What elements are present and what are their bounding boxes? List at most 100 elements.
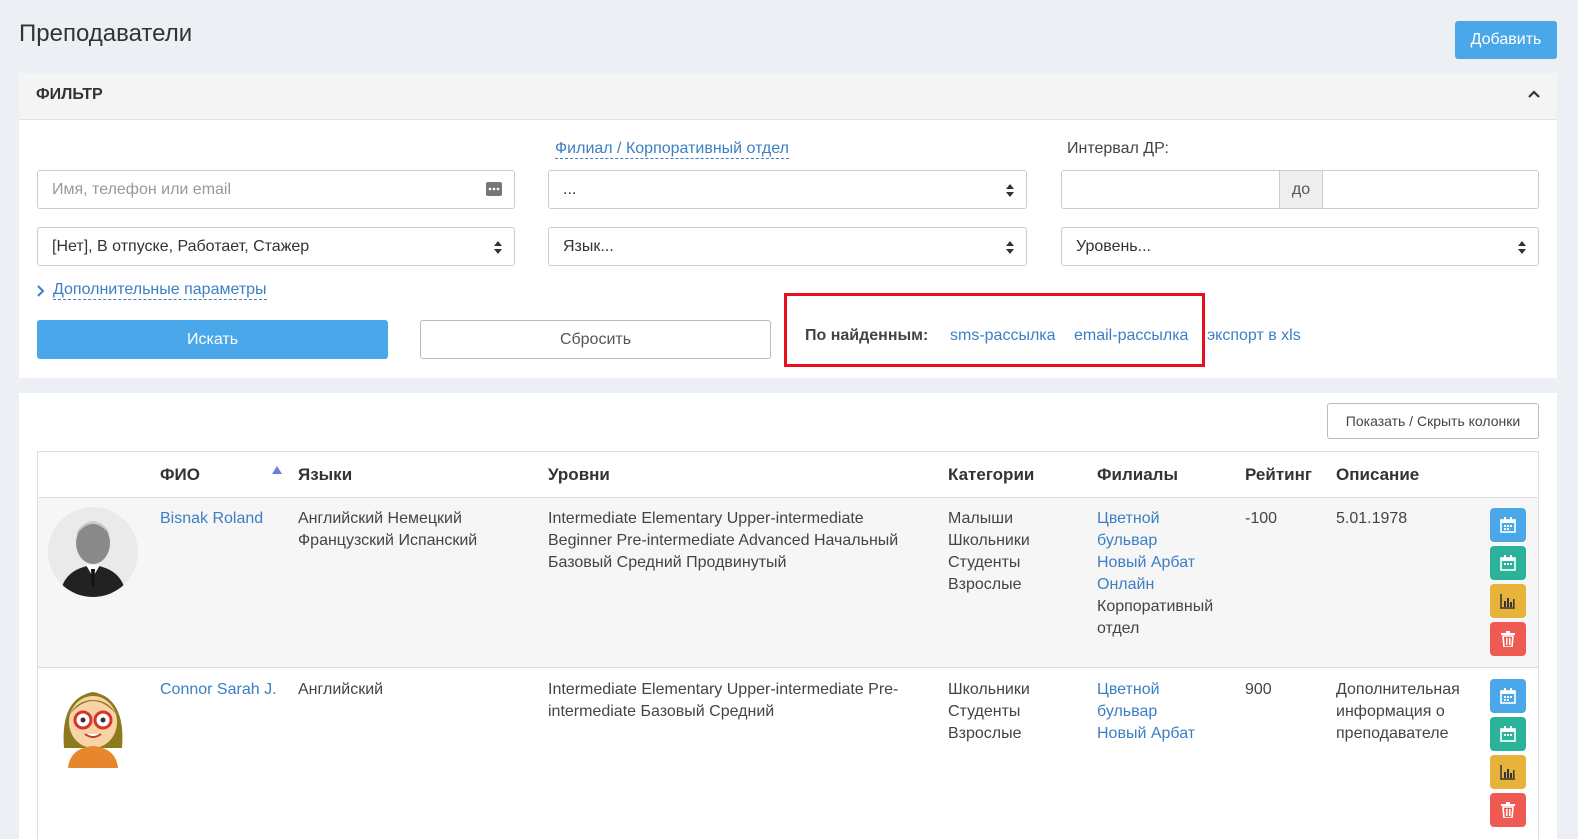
teachers-table: ФИО Языки Уровни Категории Филиалы Рейти… bbox=[37, 451, 1539, 839]
level-select[interactable]: Уровень... bbox=[1061, 227, 1539, 266]
categories-cell: Школьники Студенты Взрослые bbox=[948, 679, 1030, 745]
category-item: Взрослые bbox=[948, 576, 1022, 593]
branches-cell: Цветной бульвар Новый Арбат Онлайн Корпо… bbox=[1097, 508, 1213, 640]
branch-label-link[interactable]: Филиал / Корпоративный отдел bbox=[555, 140, 789, 159]
branch-select-value: ... bbox=[563, 181, 577, 198]
chevron-up-icon[interactable] bbox=[1527, 87, 1541, 101]
avatar bbox=[48, 507, 138, 597]
page-title: Преподаватели bbox=[19, 20, 193, 47]
birthday-label: Интервал ДР: bbox=[1067, 140, 1169, 157]
levels-line: Базовый Средний Продвинутый bbox=[548, 554, 787, 571]
birthday-to-input[interactable] bbox=[1323, 171, 1538, 208]
column-header-branches[interactable]: Филиалы bbox=[1097, 465, 1178, 485]
branch-link[interactable]: Новый Арбат bbox=[1097, 552, 1213, 574]
levels-line: intermediate Базовый Средний bbox=[548, 703, 775, 720]
branches-cell: Цветной бульвар Новый Арбат bbox=[1097, 679, 1195, 745]
status-select-value: [Нет], В отпуске, Работает, Стажер bbox=[52, 238, 310, 255]
description-cell: 5.01.1978 bbox=[1336, 508, 1407, 530]
branch-link[interactable]: бульвар bbox=[1097, 701, 1195, 723]
table-row: Connor Sarah J. Английский Intermediate … bbox=[38, 669, 1538, 839]
search-button[interactable]: Искать bbox=[37, 320, 388, 359]
export-xls-link[interactable]: экспорт в xls bbox=[1207, 327, 1301, 345]
column-header-description[interactable]: Описание bbox=[1336, 465, 1419, 485]
category-item: Студенты bbox=[948, 554, 1021, 571]
languages-line: Английский bbox=[298, 681, 384, 698]
column-header-name[interactable]: ФИО bbox=[160, 465, 200, 485]
calendar-icon bbox=[1500, 555, 1516, 571]
description-line: Дополнительная bbox=[1336, 681, 1460, 698]
sms-mailing-link[interactable]: sms-рассылка bbox=[950, 327, 1056, 345]
birthday-to-addon: до bbox=[1279, 171, 1323, 208]
statistics-button[interactable] bbox=[1490, 755, 1526, 789]
search-input[interactable]: Имя, телефон или email bbox=[37, 170, 515, 209]
category-item: Малыши bbox=[948, 510, 1014, 527]
column-header-levels[interactable]: Уровни bbox=[548, 465, 610, 485]
statistics-button[interactable] bbox=[1490, 584, 1526, 618]
birthday-from-input[interactable] bbox=[1062, 171, 1279, 208]
description-line: информация о bbox=[1336, 703, 1445, 720]
branch-link[interactable]: бульвар bbox=[1097, 530, 1213, 552]
status-select[interactable]: [Нет], В отпуске, Работает, Стажер bbox=[37, 227, 515, 266]
calendar-icon bbox=[1500, 517, 1516, 533]
language-select[interactable]: Язык... bbox=[548, 227, 1027, 266]
branch-select[interactable]: ... bbox=[548, 170, 1027, 209]
reset-button[interactable]: Сбросить bbox=[420, 320, 771, 359]
search-placeholder: Имя, телефон или email bbox=[52, 181, 232, 198]
column-header-rating[interactable]: Рейтинг bbox=[1245, 465, 1312, 485]
rating-cell: -100 bbox=[1245, 510, 1278, 527]
schedule-button[interactable] bbox=[1490, 679, 1526, 713]
add-button[interactable]: Добавить bbox=[1455, 21, 1557, 59]
schedule-button[interactable] bbox=[1490, 508, 1526, 542]
trash-icon bbox=[1501, 631, 1515, 647]
teacher-name-link[interactable]: Bisnak Roland bbox=[160, 510, 263, 527]
select-arrows-icon bbox=[1006, 184, 1014, 197]
branch-link[interactable]: Новый Арбат bbox=[1097, 723, 1195, 745]
more-params-link[interactable]: Дополнительные параметры bbox=[53, 281, 267, 300]
avatar bbox=[48, 678, 138, 768]
filter-title: ФИЛЬТР bbox=[36, 86, 103, 103]
calendar-button[interactable] bbox=[1490, 717, 1526, 751]
teacher-name-link[interactable]: Connor Sarah J. bbox=[160, 681, 277, 698]
trash-icon bbox=[1501, 802, 1515, 818]
branch-link[interactable]: Цветной bbox=[1097, 508, 1213, 530]
levels-line: Intermediate Elementary Upper-intermedia… bbox=[548, 510, 864, 527]
levels-line: Beginner Pre-intermediate Advanced Начал… bbox=[548, 532, 899, 549]
branch-link[interactable]: Цветной bbox=[1097, 679, 1195, 701]
languages-cell: Английский bbox=[298, 679, 383, 701]
rating-cell: 900 bbox=[1245, 681, 1272, 698]
bar-chart-icon bbox=[1500, 594, 1515, 609]
email-mailing-link[interactable]: email-рассылка bbox=[1074, 327, 1188, 345]
column-header-categories[interactable]: Категории bbox=[948, 465, 1034, 485]
language-select-value: Язык... bbox=[563, 238, 614, 255]
description-line: преподавателе bbox=[1336, 725, 1449, 742]
level-select-value: Уровень... bbox=[1076, 238, 1151, 255]
dots-icon bbox=[486, 182, 502, 196]
category-item: Студенты bbox=[948, 703, 1021, 720]
chevron-right-icon bbox=[37, 285, 45, 297]
birthday-range: до bbox=[1061, 170, 1539, 209]
sort-asc-icon[interactable] bbox=[272, 466, 282, 474]
toggle-columns-button[interactable]: Показать / Скрыть колонки bbox=[1327, 403, 1539, 439]
table-row: Bisnak Roland Английский Немецкий Францу… bbox=[38, 498, 1538, 668]
levels-cell: Intermediate Elementary Upper-intermedia… bbox=[548, 679, 898, 723]
branch-link[interactable]: Онлайн bbox=[1097, 574, 1213, 596]
categories-cell: Малыши Школьники Студенты Взрослые bbox=[948, 508, 1030, 596]
delete-button[interactable] bbox=[1490, 793, 1526, 827]
bar-chart-icon bbox=[1500, 765, 1515, 780]
languages-line: Английский Немецкий bbox=[298, 510, 462, 527]
filter-header[interactable]: ФИЛЬТР bbox=[19, 73, 1557, 120]
languages-cell: Английский Немецкий Французский Испански… bbox=[298, 508, 477, 552]
select-arrows-icon bbox=[1518, 241, 1526, 254]
calendar-button[interactable] bbox=[1490, 546, 1526, 580]
delete-button[interactable] bbox=[1490, 622, 1526, 656]
languages-line: Французский Испанский bbox=[298, 532, 478, 549]
column-header-languages[interactable]: Языки bbox=[298, 465, 352, 485]
branch-text: отдел bbox=[1097, 620, 1140, 637]
avatar-cartoon-icon bbox=[48, 678, 138, 768]
levels-line: Intermediate Elementary Upper-intermedia… bbox=[548, 681, 899, 698]
select-arrows-icon bbox=[1006, 241, 1014, 254]
category-item: Школьники bbox=[948, 532, 1030, 549]
calendar-icon bbox=[1500, 688, 1516, 704]
levels-cell: Intermediate Elementary Upper-intermedia… bbox=[548, 508, 898, 574]
category-item: Школьники bbox=[948, 681, 1030, 698]
